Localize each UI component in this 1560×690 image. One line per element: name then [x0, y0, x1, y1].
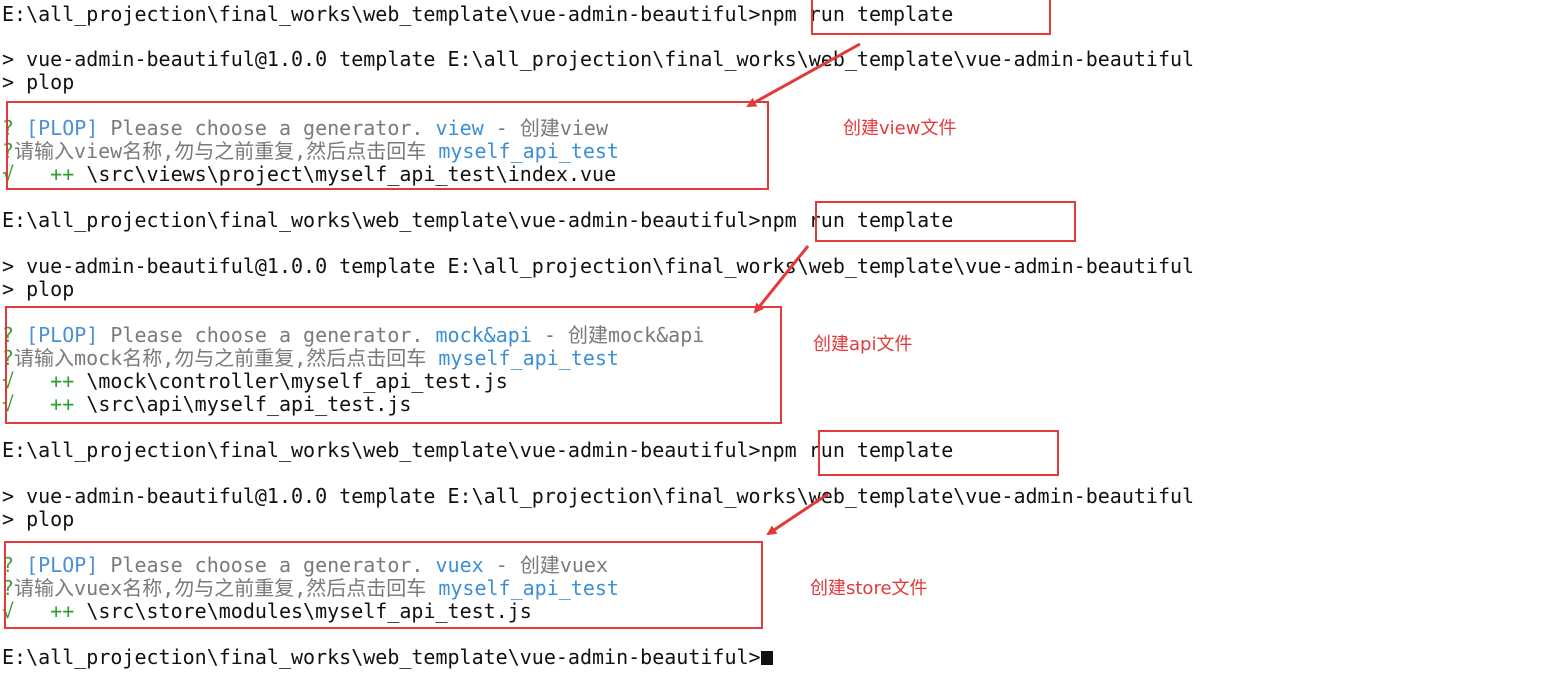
- npm-echo: > vue-admin-beautiful@1.0.0 template E:\…: [2, 484, 1195, 508]
- text-cursor[interactable]: [760, 651, 773, 665]
- highlight-command-box: [811, 0, 1051, 35]
- npm-echo: > vue-admin-beautiful@1.0.0 template E:\…: [2, 47, 1195, 71]
- highlight-command-box: [818, 430, 1059, 476]
- npm-echo: > vue-admin-beautiful@1.0.0 template E:\…: [2, 254, 1195, 278]
- annotation-label: 创建view文件: [843, 118, 957, 139]
- prompt-path: E:\all_projection\final_works\web_templa…: [2, 208, 749, 232]
- prompt-suffix: >: [748, 208, 761, 232]
- highlight-command-box: [815, 201, 1076, 242]
- prompt-suffix: >: [748, 438, 761, 462]
- highlight-output-box: [4, 541, 763, 629]
- plop-echo: > plop: [2, 70, 75, 94]
- prompt-path: E:\all_projection\final_works\web_templa…: [2, 645, 749, 669]
- plop-echo: > plop: [2, 277, 75, 301]
- current-prompt-line[interactable]: E:\all_projection\final_works\web_templa…: [2, 645, 773, 669]
- prompt-suffix: >: [748, 2, 761, 26]
- annotation-label: 创建store文件: [810, 578, 928, 599]
- prompt-suffix: >: [748, 645, 761, 669]
- prompt-path: E:\all_projection\final_works\web_templa…: [2, 2, 749, 26]
- highlight-output-box: [6, 101, 769, 190]
- annotation-label: 创建api文件: [813, 334, 913, 355]
- plop-echo: > plop: [2, 507, 75, 531]
- command-line: E:\all_projection\final_works\web_templa…: [2, 208, 953, 232]
- command-line: E:\all_projection\final_works\web_templa…: [2, 438, 953, 462]
- highlight-output-box: [5, 306, 782, 424]
- prompt-path: E:\all_projection\final_works\web_templa…: [2, 438, 749, 462]
